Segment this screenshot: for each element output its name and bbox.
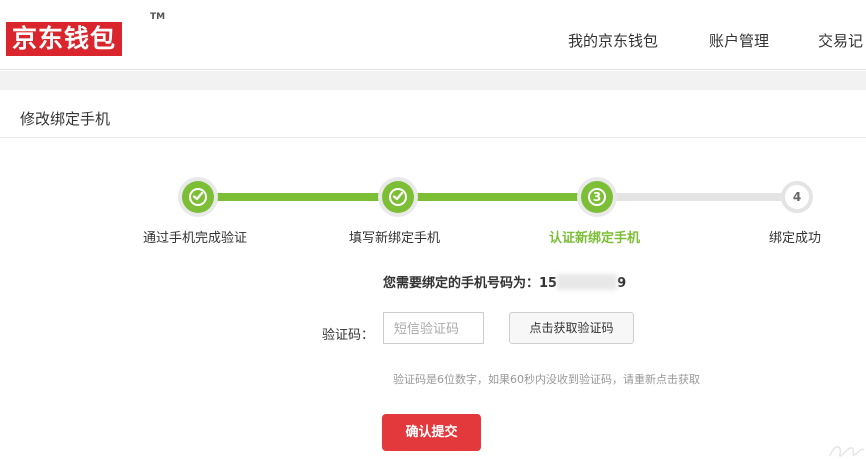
step-4-label: 绑定成功 (769, 231, 822, 246)
step-1-label: 通过手机完成验证 (143, 231, 248, 246)
step-2-indicator (382, 181, 414, 213)
step-3-label: 认证新绑定手机 (549, 231, 641, 246)
page-title: 修改绑定手机 (20, 110, 111, 128)
check-icon (192, 191, 204, 201)
watermark-loop-icon (829, 446, 865, 457)
nav-account-management[interactable]: 账户管理 (709, 30, 769, 51)
step-3-number: 3 (592, 190, 602, 204)
step-4-indicator: 4 (781, 181, 813, 213)
code-hint-text: 验证码是6位数字，如果60秒内没收到验证码，请重新点击获取 (393, 373, 700, 386)
header-separator-band (0, 71, 866, 90)
title-divider (0, 137, 866, 138)
confirm-submit-button[interactable]: 确认提交 (382, 414, 481, 451)
top-header: 京东钱包 TM 我的京东钱包 账户管理 交易记 (0, 0, 866, 70)
sms-code-input[interactable] (383, 312, 484, 344)
phone-suffix: 9 (617, 276, 627, 291)
nav-transaction-records[interactable]: 交易记 (818, 30, 863, 51)
progress-track-remaining (597, 193, 797, 201)
verification-code-label: 验证码： (322, 328, 375, 343)
jd-wallet-logo[interactable]: 京东钱包 (6, 22, 123, 56)
phone-redaction (557, 274, 618, 290)
phone-prefix: 您需要绑定的手机号码为：15 (383, 276, 558, 291)
get-code-button[interactable]: 点击获取验证码 (509, 312, 634, 344)
step-4-number: 4 (792, 190, 802, 204)
nav-my-wallet[interactable]: 我的京东钱包 (568, 30, 658, 51)
check-icon (392, 191, 404, 201)
bound-phone-line: 您需要绑定的手机号码为：15 9 (383, 272, 626, 291)
step-1-indicator (182, 181, 214, 213)
step-3-indicator: 3 (581, 181, 613, 213)
step-2-label: 填写新绑定手机 (349, 231, 441, 246)
trademark-mark: TM (150, 12, 166, 22)
